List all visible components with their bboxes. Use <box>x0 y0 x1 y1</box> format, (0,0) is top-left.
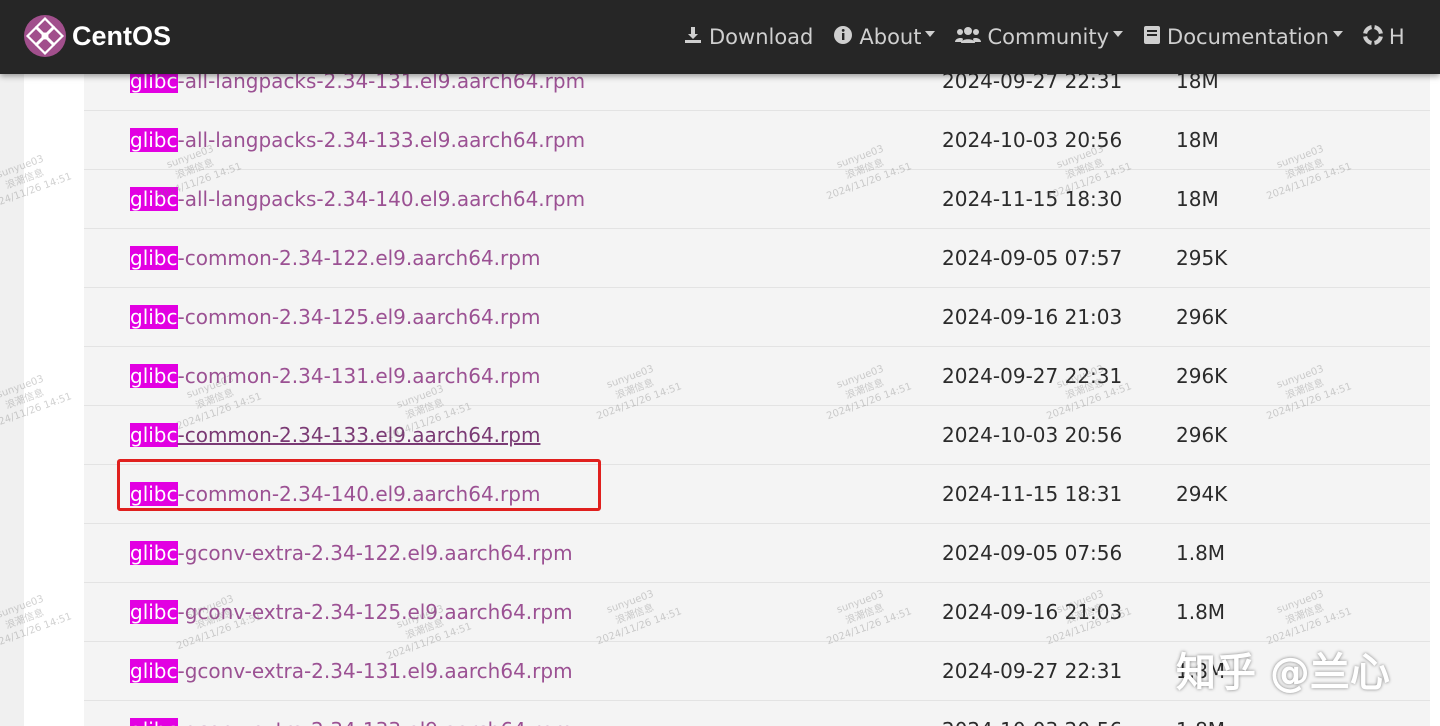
file-date: 2024-10-03 20:56 <box>942 128 1123 152</box>
nav-download-label: Download <box>709 25 814 49</box>
file-date: 2024-09-16 21:03 <box>942 600 1123 624</box>
file-name-rest: -common-2.34-122.el9.aarch64.rpm <box>177 246 541 270</box>
info-icon <box>833 25 853 50</box>
file-date: 2024-11-15 18:31 <box>942 482 1123 506</box>
table-row: glibc-common-2.34-131.el9.aarch64.rpm 202… <box>84 347 1430 406</box>
file-link[interactable]: glibc-all-langpacks-2.34-133.el9.aarch64… <box>130 111 585 169</box>
file-date: 2024-10-03 20:56 <box>942 423 1123 447</box>
table-row: glibc-common-2.34-125.el9.aarch64.rpm 202… <box>84 288 1430 347</box>
zhihu-watermark: 知乎 @兰心 <box>1176 650 1390 696</box>
nav-documentation[interactable]: Documentation <box>1143 25 1343 50</box>
table-row: glibc-gconv-extra-2.34-125.el9.aarch64.r… <box>84 583 1430 642</box>
file-name-rest: -common-2.34-133.el9.aarch64.rpm <box>177 423 541 447</box>
file-size: 296K <box>1176 364 1228 388</box>
file-name-rest: -all-langpacks-2.34-140.el9.aarch64.rpm <box>177 187 586 211</box>
file-name-rest: -common-2.34-131.el9.aarch64.rpm <box>177 364 541 388</box>
chevron-down-icon <box>1113 31 1124 37</box>
table-row: glibc-all-langpacks-2.34-140.el9.aarch64… <box>84 170 1430 229</box>
file-size: 1.8M <box>1176 701 1225 726</box>
file-link[interactable]: glibc-common-2.34-133.el9.aarch64.rpm <box>130 406 540 464</box>
file-link[interactable]: glibc-common-2.34-125.el9.aarch64.rpm <box>130 288 540 346</box>
file-date: 2024-10-03 20:56 <box>942 701 1122 726</box>
file-size: 1.8M <box>1176 600 1226 624</box>
file-size: 1.8M <box>1176 541 1226 565</box>
top-navbar: CentOS Download About Community Document… <box>0 0 1440 74</box>
file-name-rest: -gconv-extra-2.34-122.el9.aarch64.rpm <box>177 541 573 565</box>
brand[interactable]: CentOS <box>24 14 171 58</box>
users-icon <box>955 25 982 50</box>
file-date: 2024-11-15 18:30 <box>942 187 1123 211</box>
file-link[interactable]: glibc-common-2.34-131.el9.aarch64.rpm <box>130 347 540 405</box>
file-size: 18M <box>1176 128 1219 152</box>
book-icon <box>1143 25 1161 50</box>
file-size: 295K <box>1176 246 1228 270</box>
table-row: glibc-gconv-extra-2.34-133.el9.aarch64.r… <box>84 701 1430 726</box>
centos-logo-icon <box>24 15 66 57</box>
file-link[interactable]: glibc-gconv-extra-2.34-122.el9.aarch64.r… <box>130 524 573 582</box>
search-match-highlight: glibc <box>130 246 178 270</box>
file-listing-table: glibc-all-langpacks-2.34-131.el9.aarch64… <box>84 52 1430 726</box>
file-size: 296K <box>1176 305 1228 329</box>
table-row: glibc-common-2.34-122.el9.aarch64.rpm 202… <box>84 229 1430 288</box>
file-size: 294K <box>1176 482 1228 506</box>
file-date: 2024-09-05 07:57 <box>942 246 1123 270</box>
nav-help-label: H <box>1388 25 1405 49</box>
nav-help[interactable]: H <box>1362 24 1405 50</box>
file-link[interactable]: glibc-gconv-extra-2.34-133.el9.aarch64.r… <box>130 701 573 726</box>
nav-about-label: About <box>859 25 922 49</box>
search-match-highlight: glibc <box>130 482 178 506</box>
search-match-highlight: glibc <box>130 187 178 211</box>
table-row: glibc-all-langpacks-2.34-133.el9.aarch64… <box>84 111 1430 170</box>
brand-name: CentOS <box>72 20 172 51</box>
nav-menu: Download About Community Documentation H <box>683 0 1425 74</box>
file-link[interactable]: glibc-common-2.34-140.el9.aarch64.rpm <box>130 465 540 523</box>
table-row: glibc-common-2.34-140.el9.aarch64.rpm 202… <box>84 465 1430 524</box>
search-match-highlight: glibc <box>130 305 178 329</box>
search-match-highlight: glibc <box>130 600 178 624</box>
nav-about[interactable]: About <box>833 25 936 50</box>
file-link[interactable]: glibc-gconv-extra-2.34-125.el9.aarch64.r… <box>130 583 573 641</box>
file-size: 296K <box>1176 423 1228 447</box>
file-size: 18M <box>1176 187 1219 211</box>
search-match-highlight: glibc <box>130 128 178 152</box>
nav-documentation-label: Documentation <box>1167 25 1329 49</box>
search-match-highlight: glibc <box>130 541 178 565</box>
table-row: glibc-gconv-extra-2.34-122.el9.aarch64.r… <box>84 524 1430 583</box>
nav-community[interactable]: Community <box>955 25 1124 50</box>
chevron-down-icon <box>925 31 936 37</box>
page: glibc-all-langpacks-2.34-131.el9.aarch64… <box>0 0 1440 726</box>
file-name-rest: -all-langpacks-2.34-133.el9.aarch64.rpm <box>177 128 586 152</box>
file-date: 2024-09-27 22:31 <box>942 364 1123 388</box>
search-match-highlight: glibc <box>130 423 178 447</box>
file-link[interactable]: glibc-gconv-extra-2.34-131.el9.aarch64.r… <box>130 642 573 700</box>
lifebuoy-icon <box>1362 24 1383 50</box>
file-link[interactable]: glibc-common-2.34-122.el9.aarch64.rpm <box>130 229 540 287</box>
file-name-rest: -gconv-extra-2.34-131.el9.aarch64.rpm <box>177 659 573 683</box>
nav-download[interactable]: Download <box>683 25 813 50</box>
nav-community-label: Community <box>987 25 1110 49</box>
file-link[interactable]: glibc-all-langpacks-2.34-140.el9.aarch64… <box>130 170 585 228</box>
chevron-down-icon <box>1332 31 1343 37</box>
search-match-highlight: glibc <box>130 364 178 388</box>
file-date: 2024-09-16 21:03 <box>942 305 1123 329</box>
file-name-rest: -common-2.34-140.el9.aarch64.rpm <box>177 482 541 506</box>
file-name-rest: -gconv-extra-2.34-125.el9.aarch64.rpm <box>177 600 573 624</box>
file-name-rest: -gconv-extra-2.34-133.el9.aarch64.rpm <box>178 718 573 726</box>
search-match-highlight: glibc <box>130 718 178 726</box>
file-date: 2024-09-05 07:56 <box>942 541 1123 565</box>
download-icon <box>683 25 703 50</box>
search-match-highlight: glibc <box>130 659 178 683</box>
table-row: glibc-common-2.34-133.el9.aarch64.rpm 202… <box>84 406 1430 465</box>
file-name-rest: -common-2.34-125.el9.aarch64.rpm <box>177 305 541 329</box>
file-date: 2024-09-27 22:31 <box>942 659 1123 683</box>
